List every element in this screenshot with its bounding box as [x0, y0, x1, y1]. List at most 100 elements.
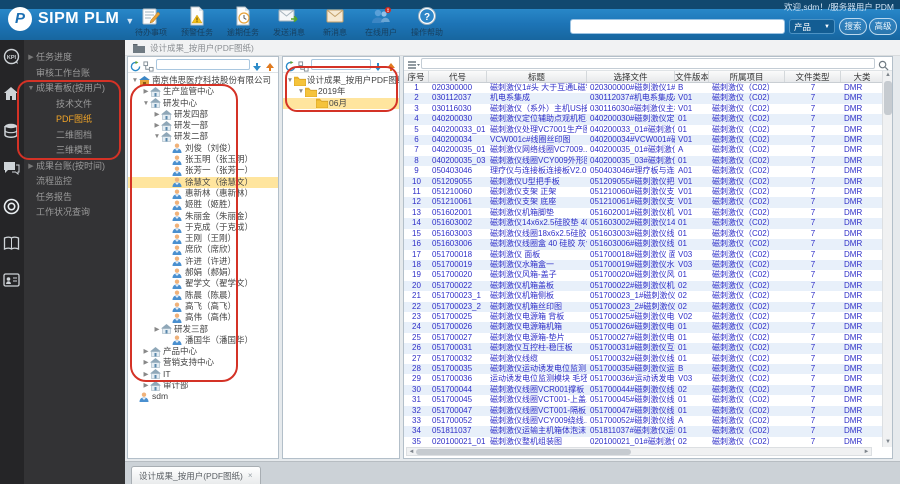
tree-node-审计部[interactable]: ▶ 审计部	[128, 380, 278, 391]
tree-node-研发三部[interactable]: ▶ 研发三部	[128, 324, 278, 335]
expander-down-icon[interactable]: ▼	[153, 131, 161, 142]
sidebar-item-技术文件[interactable]: 技术文件	[24, 97, 125, 113]
tree-node-IT[interactable]: ▶ IT	[128, 369, 278, 380]
search-button[interactable]: 搜索	[839, 18, 867, 35]
table-row[interactable]: 18 051700019 磁刺激仪水箱盒一 051700019#磁刺激仪水箱..V03…	[404, 259, 892, 271]
table-row[interactable]: 15 051603003 磁刺激仪线圈18x6x2.5硅胶.. 051603003#磁…	[404, 229, 892, 239]
table-row[interactable]: 11 051210060 磁刺激仪支架 正架 051210060#磁刺激仪支架..V0…	[404, 187, 892, 197]
tree-node-南京伟思医疗科技股份有限公司[interactable]: ▼ 南京伟思医疗科技股份有限公司	[128, 75, 278, 86]
expander-right-icon[interactable]: ▶	[142, 369, 150, 380]
table-row[interactable]: 31 051700045 磁刺激仪线圈VCT001-上盖.. 051700045#磁刺…	[404, 395, 892, 405]
chat-icon[interactable]	[3, 161, 21, 179]
tree-node-高飞（高飞）[interactable]: 高飞（高飞）	[128, 301, 278, 312]
search-category-select[interactable]: 产品 ▼	[789, 19, 835, 34]
expander-right-icon[interactable]: ▶	[153, 109, 161, 120]
close-icon[interactable]: ×	[248, 471, 253, 480]
sidebar-item-流程监控[interactable]: 流程监控	[24, 174, 125, 190]
org-tree-search-input[interactable]	[156, 59, 250, 70]
table-row[interactable]: 32 051700047 磁刺激仪线圈VCT001-隔板 051700047#磁刺激仪…	[404, 405, 892, 416]
find-prev-icon[interactable]	[265, 59, 276, 71]
expander-right-icon[interactable]: ▶	[142, 346, 150, 357]
table-row[interactable]: 24 051700026 磁刺激仪电源箱机箱 051700026#磁刺激仪电源..01…	[404, 322, 892, 333]
idcard-icon[interactable]	[3, 273, 21, 291]
tree-node-营销支持中心[interactable]: ▶ 营销支持中心	[128, 357, 278, 368]
expander-right-icon[interactable]: ▶	[153, 120, 161, 131]
tree-node-王刚（王刚）[interactable]: 王刚（王刚）	[128, 233, 278, 244]
sidebar-item-成果台账(按时间)[interactable]: ▶ 成果台账(按时间)	[24, 159, 125, 175]
column-header-标题[interactable]: 标题	[487, 71, 587, 82]
column-header-代号[interactable]: 代号	[429, 71, 487, 82]
table-row[interactable]: 26 051700031 磁刺激仪互控柱-稳压板 051700031#磁刺激仪互控..…	[404, 343, 892, 354]
table-row[interactable]: 28 051700035 磁刺激仪运动诱发电位监测.. 051700035#磁刺激仪运…	[404, 363, 892, 375]
scroll-down-arrow[interactable]: ▼	[883, 438, 893, 447]
sidebar-item-二维图档[interactable]: 二维图档	[24, 128, 125, 144]
table-row[interactable]: 23 051700025 磁刺激仪电源箱 背板 051700025#磁刺激仪电源 V02…	[404, 312, 892, 322]
table-filter-input[interactable]	[421, 58, 875, 69]
tree-node-产品中心[interactable]: ▶ 产品中心	[128, 346, 278, 357]
tool-todo-note[interactable]: 待办事项	[128, 4, 174, 38]
table-row[interactable]: 1 020300000 磁刺激仪1#头 大于互通L磁针 020300000#磁刺激仪1…	[404, 83, 892, 93]
tree-node-生产监管中心[interactable]: ▶ 生产监管中心	[128, 86, 278, 97]
book-icon[interactable]	[3, 235, 21, 254]
column-header-序号[interactable]: 序号	[404, 71, 429, 82]
table-row[interactable]: 34 051811037 磁刺激仪运输主机箱体泡沫 051811037#磁刺激仪运输.…	[404, 426, 892, 437]
table-row[interactable]: 8 040200035_03 磁刺激仪线圈VCY009外形图 040200035_03…	[404, 155, 892, 167]
expander-right-icon[interactable]: ▶	[142, 380, 150, 391]
tree-node-研发一部[interactable]: ▶ 研发一部	[128, 120, 278, 131]
vertical-scrollbar[interactable]: ▲ ▼	[882, 71, 892, 447]
table-row[interactable]: 20 051700022 磁刺激仪机箱盖板 051700022#磁刺激仪机箱..02 磁…	[404, 280, 892, 292]
table-row[interactable]: 14 051603002 磁刺激仪14x6x2.5硅胶垫 40° 051603002#…	[404, 218, 892, 229]
table-row[interactable]: 5 040200033_01 磁刺激仪处理VC7001生产图 040200033_01…	[404, 125, 892, 135]
sidebar-item-PDF图纸[interactable]: PDF图纸	[24, 112, 125, 128]
scroll-thumb[interactable]	[416, 449, 631, 455]
tool-online-users[interactable]: 在线用户	[358, 4, 404, 38]
tool-send-mail[interactable]: 发送消息	[266, 4, 312, 38]
expander-down-icon[interactable]: ▼	[131, 75, 139, 86]
table-row[interactable]: 33 051700052 磁刺激仪线圈VCY009绕线.. 051700052#磁刺激…	[404, 416, 892, 426]
database-icon[interactable]	[3, 123, 21, 141]
kpi-icon[interactable]: KPI	[3, 48, 21, 66]
table-row[interactable]: 29 051700036 运动诱发电位监测模块 毛坯.. 051700036#运动诱发…	[404, 374, 892, 384]
tree-node-高伟（高伟）[interactable]: 高伟（高伟）	[128, 312, 278, 323]
find-next-icon[interactable]	[252, 59, 263, 71]
table-row[interactable]: 13 051602001 磁刺激仪机箱脚垫 051602001#磁刺激仪机箱..V01…	[404, 208, 892, 218]
table-row[interactable]: 7 040200035_01 磁刺激仪网络线圈VC7009.. 040200035_0…	[404, 145, 892, 155]
column-header-大类[interactable]: 大类	[841, 71, 884, 82]
table-row[interactable]: 16 051603006 磁刺激仪线圈盒 40 硅胶 灰色 051603006#磁刺激…	[404, 239, 892, 250]
scroll-right-arrow[interactable]: ►	[862, 448, 871, 456]
search-icon[interactable]	[878, 58, 889, 71]
table-row[interactable]: 22 051700023_2 磁刺激仪机箱丝印图 051700023_2#磁刺激仪机.…	[404, 301, 892, 312]
tool-warning-doc[interactable]: 预警任务	[174, 4, 220, 38]
refresh-icon[interactable]	[130, 59, 141, 72]
tree-node-sdm[interactable]: sdm	[128, 391, 278, 402]
tree-node-设计成果_按用户PDF图纸_用户[interactable]: ▼ 设计成果_按用户PDF图纸_用户	[283, 75, 399, 86]
refresh-icon[interactable]	[285, 59, 296, 72]
tree-node-徐慧文（徐慧文）[interactable]: 徐慧文（徐慧文）	[128, 176, 278, 188]
tree-node-刘俊（刘俊）[interactable]: 刘俊（刘俊）	[128, 143, 278, 154]
table-row[interactable]: 35 020100021_01 磁刺激仪整机组装图 020100021_01#磁刺激仪…	[404, 437, 892, 447]
tree-node-陈晨（陈晨）[interactable]: 陈晨（陈晨）	[128, 290, 278, 301]
expander-right-icon[interactable]: ▶	[142, 357, 150, 368]
advanced-search-button[interactable]: 高级	[869, 18, 897, 35]
sidebar-item-成果看板(按用户)[interactable]: ▼ 成果看板(按用户)	[24, 81, 125, 97]
sidebar-item-三维模型[interactable]: 三维模型	[24, 143, 125, 159]
sidebar-item-任务进度[interactable]: ▶ 任务进度	[24, 50, 125, 66]
tab-design-results[interactable]: 设计成果_按用户(PDF图纸) ×	[131, 466, 261, 484]
tree-node-2019年[interactable]: ▼ 2019年	[283, 86, 399, 98]
expander-right-icon[interactable]: ▶	[142, 86, 150, 97]
tree-node-席欣（席欣）[interactable]: 席欣（席欣）	[128, 244, 278, 256]
table-row[interactable]: 30 051700044 磁刺激仪线圈VCR001撑板 051700044#磁刺激仪线…	[404, 384, 892, 396]
column-header-所属项目[interactable]: 所属项目	[709, 71, 785, 82]
home-icon[interactable]	[3, 86, 21, 104]
tree-node-张玉明（张玉明）[interactable]: 张玉明（张玉明）	[128, 154, 278, 165]
tree-node-姬胜（姬胜）[interactable]: 姬胜（姬胜）	[128, 199, 278, 210]
table-row[interactable]: 6 040200034 VCW001c#线圈丝印图 040200034#VCW001#…	[404, 135, 892, 146]
tree-node-朱丽金（朱丽金）[interactable]: 朱丽金（朱丽金）	[128, 211, 278, 222]
scroll-left-arrow[interactable]: ◄	[407, 448, 416, 456]
table-row[interactable]: 3 030116030 磁刺激仪（系外）主机US接口030116030#磁刺激仪主机…	[404, 104, 892, 114]
sidebar-item-任务报告[interactable]: 任务报告	[24, 190, 125, 206]
list-view-icon[interactable]	[407, 58, 420, 69]
scroll-up-arrow[interactable]: ▲	[883, 71, 893, 80]
sidebar-item-审核工作台账[interactable]: 审核工作台账	[24, 66, 125, 82]
tree-node-郝娟（郝娟）[interactable]: 郝娟（郝娟）	[128, 267, 278, 278]
